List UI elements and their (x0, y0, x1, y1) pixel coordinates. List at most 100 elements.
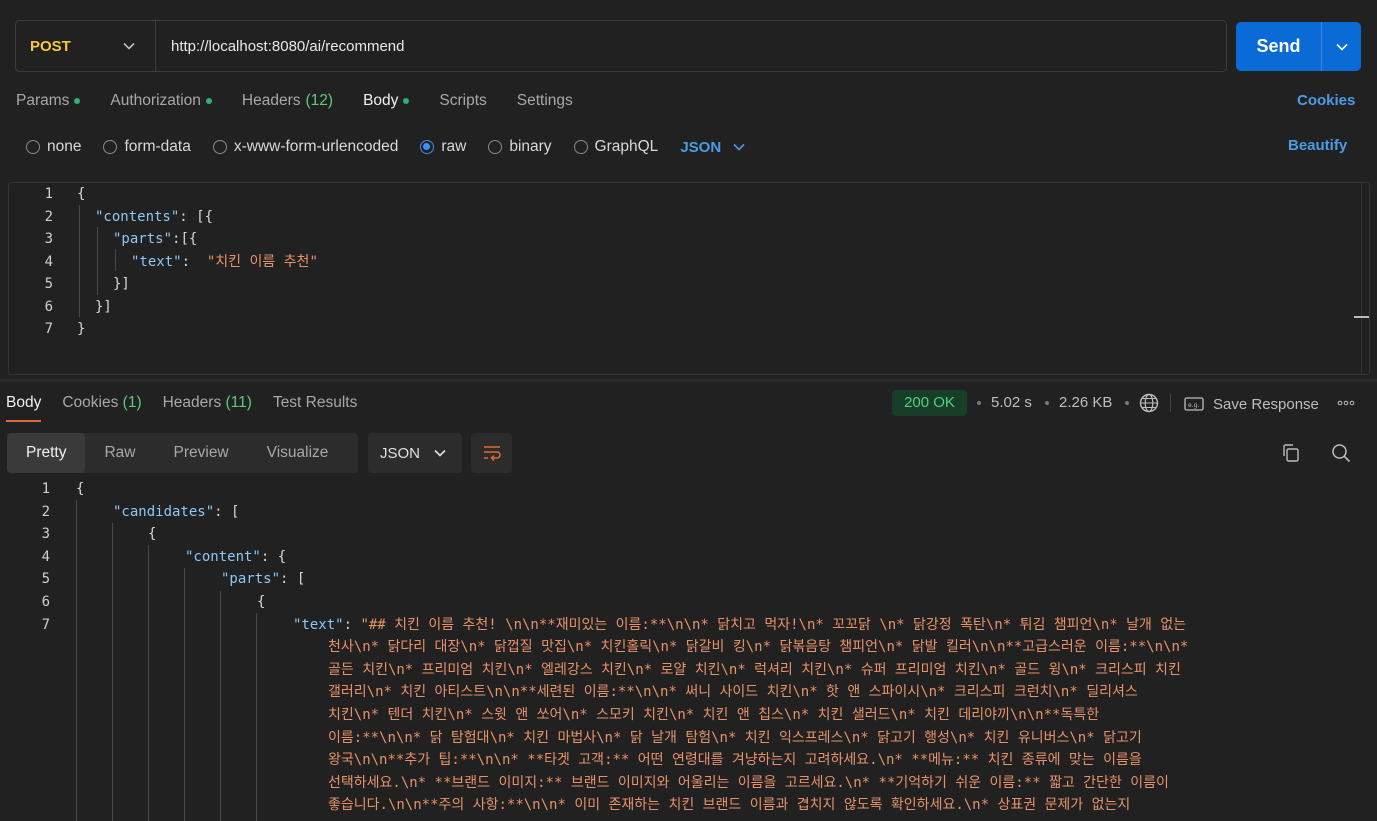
tab-authorization[interactable]: Authorization (110, 92, 212, 110)
line-number: 4 (44, 253, 53, 270)
status-dot (74, 98, 81, 104)
code-line: { (76, 481, 85, 497)
tab-label: Headers (241, 92, 301, 109)
json-key: "parts" (113, 231, 173, 247)
beautify-button[interactable]: Beautify (1288, 137, 1347, 154)
radio-button-selected (420, 140, 435, 154)
body-type-urlencoded[interactable]: x-www-form-urlencoded (212, 138, 399, 156)
body-type-binary[interactable]: binary (488, 138, 552, 156)
body-type-raw[interactable]: raw (420, 138, 466, 156)
network-info-button[interactable] (1138, 392, 1160, 414)
view-visualize[interactable]: Visualize (248, 433, 348, 473)
code-line: "text": "## 치킨 이름 추천! \n\n**재미있는 이름:**\n… (293, 616, 1187, 633)
body-type-none[interactable]: none (26, 138, 81, 156)
code-line: { (257, 594, 266, 610)
json-key: "content" (185, 548, 261, 565)
view-raw[interactable]: Raw (85, 433, 154, 473)
tab-response-body[interactable]: Body (6, 392, 42, 422)
code-line: }] (113, 276, 130, 292)
response-format-selector[interactable]: JSON (368, 433, 462, 473)
code-line: "parts": [ (221, 571, 306, 588)
indent-guide (97, 227, 98, 295)
radio-button (103, 140, 118, 154)
tab-label: Authorization (110, 92, 201, 109)
copy-button[interactable] (1280, 442, 1302, 464)
pane-divider[interactable] (0, 379, 1377, 382)
svg-text:e.g.: e.g. (1188, 402, 1199, 409)
radio-button (212, 140, 227, 154)
wrapped-string-line: 치킨\n* 텐더 치킨\n* 스윗 앤 쏘어\n* 스모키 치킨\n* 치킨 앤… (328, 707, 1100, 723)
wrapped-string-line: 이름:**\n\n* 닭 탐험대\n* 치킨 마법사\n* 닭 날개 탐험\n*… (328, 729, 1142, 746)
save-response-icon: e.g. (1184, 397, 1204, 411)
wrapped-string-line: 좋습니다.\n\n**주의 사항:**\n\n* 이미 존재하는 치킨 브랜드 … (328, 797, 1131, 814)
view-pretty[interactable]: Pretty (7, 433, 86, 473)
tab-label: Body (363, 92, 399, 109)
tab-label: Cookies (62, 394, 119, 411)
line-number: 7 (41, 616, 50, 633)
more-horizontal-icon (1337, 400, 1355, 406)
indent-guide (148, 545, 149, 821)
response-size[interactable]: 2.26 KB (1059, 394, 1112, 411)
send-options-button[interactable] (1322, 43, 1361, 51)
response-body-viewer[interactable]: 1 2 3 4 5 6 7 { "candidates": [ { "conte… (0, 478, 1377, 821)
line-number: 2 (41, 503, 50, 520)
wrapped-string-line: 천사\n* 닭다리 대장\n* 닭껍질 맛집\n* 치킨홀릭\n* 닭갈비 킹\… (328, 639, 1189, 656)
line-number: 2 (44, 208, 53, 225)
body-type-form-data[interactable]: form-data (103, 138, 191, 156)
code-line: "text": "치킨 이름 추천" (131, 253, 318, 270)
body-format-selector[interactable]: JSON (680, 139, 745, 156)
cookies-link[interactable]: Cookies (1297, 92, 1355, 109)
option-label: x-www-form-urlencoded (233, 138, 399, 155)
body-type-graphql[interactable]: GraphQL (573, 138, 658, 156)
method-selector[interactable]: POST (16, 21, 156, 71)
code-line: "content": { (185, 548, 287, 565)
save-response-label: Save Response (1213, 395, 1319, 413)
code-line: { (77, 186, 86, 202)
more-options-button[interactable] (1336, 395, 1356, 411)
view-mode-group: Pretty Raw Preview Visualize (7, 433, 358, 473)
tab-response-cookies[interactable]: Cookies (1) (62, 392, 141, 422)
json-key: "candidates" (113, 503, 215, 520)
view-preview[interactable]: Preview (155, 433, 248, 473)
line-number: 3 (44, 231, 53, 247)
editor-scrollbar[interactable] (1361, 183, 1362, 374)
body-type-options: none form-data x-www-form-urlencoded raw… (26, 136, 745, 158)
tab-headers[interactable]: Headers (12) (242, 92, 333, 110)
tab-params[interactable]: Params (16, 92, 81, 110)
indent-guide (256, 613, 257, 821)
request-body-editor[interactable]: 1 2 3 4 5 6 7 { "contents": [{ "parts":[… (8, 182, 1370, 375)
tab-label: Scripts (439, 92, 487, 109)
separator-dot (1125, 401, 1129, 405)
format-label: JSON (380, 444, 421, 462)
tab-test-results[interactable]: Test Results (273, 392, 357, 422)
save-response-button[interactable]: e.g. Save Response (1184, 393, 1322, 415)
word-wrap-button[interactable] (471, 433, 512, 473)
tab-body[interactable]: Body (363, 92, 410, 110)
tab-label: Settings (516, 92, 573, 109)
line-number: 5 (41, 571, 50, 588)
chevron-down-icon (123, 42, 135, 50)
scroll-marker (1354, 316, 1369, 318)
tab-response-headers[interactable]: Headers (11) (163, 392, 252, 422)
wrapped-string-line: 골든 치킨\n* 프리미엄 치킨\n* 엘레강스 치킨\n* 로얄 치킨\n* … (328, 661, 1181, 678)
divider (1170, 394, 1171, 412)
url-input[interactable] (156, 21, 1226, 71)
request-url-bar: POST (15, 20, 1227, 72)
line-number: 6 (41, 594, 50, 610)
tab-label: Params (16, 92, 70, 109)
indent-guide (220, 591, 221, 821)
tab-label: Headers (162, 394, 222, 411)
status-badge[interactable]: 200 OK (892, 390, 967, 416)
tab-count: (1) (122, 394, 142, 411)
tab-scripts[interactable]: Scripts (439, 92, 486, 110)
option-label: none (47, 138, 82, 155)
chevron-down-icon (733, 143, 745, 151)
wrapped-string-line: 갤러리\n* 치킨 아티스트\n\n**세련된 이름:**\n\n* 써니 사이… (328, 684, 1138, 701)
tab-label: Test Results (272, 394, 358, 411)
response-time[interactable]: 5.02 s (991, 394, 1032, 411)
search-button[interactable] (1330, 442, 1352, 464)
tab-settings[interactable]: Settings (517, 92, 573, 110)
send-button[interactable]: Send (1236, 36, 1321, 57)
status-dot (403, 98, 410, 104)
copy-icon (1283, 444, 1299, 462)
